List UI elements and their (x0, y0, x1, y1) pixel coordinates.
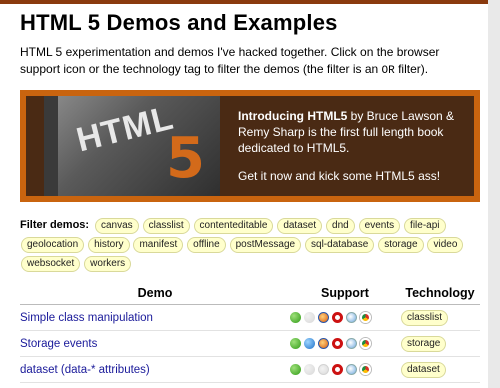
filter-tag-classlist[interactable]: classlist (142, 218, 190, 234)
demo-name-cell: Storage events (20, 330, 290, 357)
promo-line-1: Introducing HTML5 by Bruce Lawson & Remy… (238, 108, 460, 156)
filter-tag-postmessage[interactable]: postMessage (229, 237, 302, 253)
technology-cell: dataset (400, 356, 480, 383)
filter-tag-workers[interactable]: workers (84, 256, 132, 272)
safari-icon[interactable] (346, 363, 357, 375)
filter-tag-manifest[interactable]: manifest (133, 237, 184, 253)
opera-icon[interactable] (332, 363, 343, 375)
demos-table: Demo Support Technology Simple class man… (20, 283, 480, 383)
table-row: dataset (data-* attributes) dataset (20, 356, 480, 383)
filter-tag-storage[interactable]: storage (378, 237, 424, 253)
page: HTML 5 Demos and Examples HTML 5 experim… (0, 0, 488, 388)
book-cover-number: 5 (166, 126, 205, 191)
technology-tag[interactable]: classlist (401, 309, 449, 326)
filter-tag-dataset[interactable]: dataset (277, 218, 323, 234)
table-header-row: Demo Support Technology (20, 283, 480, 305)
internet-explorer-icon[interactable] (304, 363, 315, 375)
filter-tag-history[interactable]: history (88, 237, 130, 253)
filter-tag-sql-database[interactable]: sql-database (305, 237, 375, 253)
filter-tag-dnd[interactable]: dnd (326, 218, 355, 234)
filter-label: Filter demos: (20, 219, 90, 231)
book-spine (44, 96, 58, 196)
firefox-icon[interactable] (318, 363, 329, 375)
chrome-icon[interactable] (360, 363, 371, 375)
internet-explorer-icon[interactable] (304, 311, 315, 323)
intro-text-b: filter). (394, 62, 429, 76)
book-cover-image[interactable]: HTML 5 (44, 96, 220, 196)
header-support: Support (290, 283, 400, 305)
filter-tag-file-api[interactable]: file-api (404, 218, 446, 234)
support-cell (290, 330, 400, 357)
technology-cell: storage (400, 330, 480, 357)
table-row: Storage events storage (20, 330, 480, 357)
filter-tag-video[interactable]: video (427, 237, 464, 253)
intro-paragraph: HTML 5 experimentation and demos I've ha… (20, 44, 472, 80)
firefox-icon[interactable] (318, 337, 329, 349)
support-cell (290, 356, 400, 383)
technology-tag[interactable]: dataset (401, 361, 446, 378)
demo-name-cell: dataset (data-* attributes) (20, 356, 290, 383)
safari-icon[interactable] (346, 311, 357, 323)
page-title: HTML 5 Demos and Examples (20, 10, 338, 35)
intro-text-a: HTML 5 experimentation and demos I've ha… (20, 45, 440, 76)
technology-tag[interactable]: storage (401, 335, 447, 352)
filter-tag-websocket[interactable]: websocket (21, 256, 81, 272)
table-row: Simple class manipulation classlist (20, 304, 480, 331)
filter-tag-contenteditable[interactable]: contenteditable (193, 218, 274, 234)
promo-line-2[interactable]: Get it now and kick some HTML5 ass! (238, 168, 460, 184)
intro-code: OR (381, 65, 395, 77)
green-check-icon[interactable] (290, 363, 301, 375)
promo-text: Introducing HTML5 by Bruce Lawson & Remy… (238, 108, 460, 196)
demo-name-cell: Simple class manipulation (20, 304, 290, 331)
filter-tag-events[interactable]: events (358, 218, 401, 234)
green-check-icon[interactable] (290, 311, 301, 323)
filter-tag-geolocation[interactable]: geolocation (21, 237, 85, 253)
firefox-icon[interactable] (318, 311, 329, 323)
demo-link[interactable]: Storage events (20, 338, 97, 350)
filter-tag-offline[interactable]: offline (187, 237, 226, 253)
internet-explorer-icon[interactable] (304, 337, 315, 349)
opera-icon[interactable] (332, 337, 343, 349)
promo-book-link[interactable]: Introducing HTML5 (238, 109, 347, 123)
book-cover-title: HTML (72, 98, 178, 160)
safari-icon[interactable] (346, 337, 357, 349)
opera-icon[interactable] (332, 311, 343, 323)
green-check-icon[interactable] (290, 337, 301, 349)
filter-tag-canvas[interactable]: canvas (95, 218, 139, 234)
header-demo: Demo (20, 283, 290, 305)
chrome-icon[interactable] (360, 337, 371, 349)
demo-link[interactable]: Simple class manipulation (20, 312, 153, 324)
book-promo-banner[interactable]: HTML 5 Introducing HTML5 by Bruce Lawson… (20, 90, 480, 202)
promo-inner: HTML 5 Introducing HTML5 by Bruce Lawson… (26, 96, 474, 196)
header-technology: Technology (400, 283, 480, 305)
filter-bar: Filter demos: canvas classlist contented… (20, 216, 472, 273)
chrome-icon[interactable] (360, 311, 371, 323)
demo-link[interactable]: dataset (data-* attributes) (20, 364, 150, 376)
support-cell (290, 304, 400, 331)
technology-cell: classlist (400, 304, 480, 331)
